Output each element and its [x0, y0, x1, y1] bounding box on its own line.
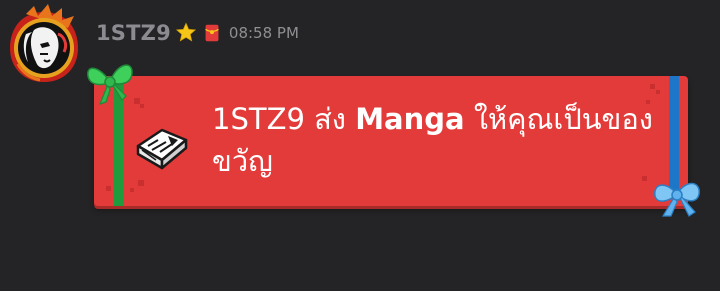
gift-sender: 1STZ9: [212, 102, 305, 136]
gift-item-name: Manga: [355, 102, 465, 136]
avatar[interactable]: [4, 4, 84, 88]
avatar-dragon-icon: [10, 4, 78, 82]
red-envelope-icon: [205, 24, 219, 42]
gift-message: 1STZ9 ส่ง Manga ให้คุณเป็นของขวัญ: [212, 98, 672, 182]
manga-book-icon: [136, 128, 188, 170]
gift-card[interactable]: 1STZ9 ส่ง Manga ให้คุณเป็นของขวัญ: [87, 64, 700, 217]
message-header: 1STZ9 08:58 PM: [96, 18, 299, 48]
gift-verb: ส่ง: [314, 102, 346, 136]
chat-stage: 1STZ9 08:58 PM 1STZ9 ส่ง Manga ให้คุณเป็…: [0, 0, 720, 291]
timestamp: 08:58 PM: [228, 24, 299, 42]
star-badge-icon: [175, 22, 196, 42]
green-bow-icon: [87, 64, 133, 105]
username[interactable]: 1STZ9: [96, 21, 171, 45]
